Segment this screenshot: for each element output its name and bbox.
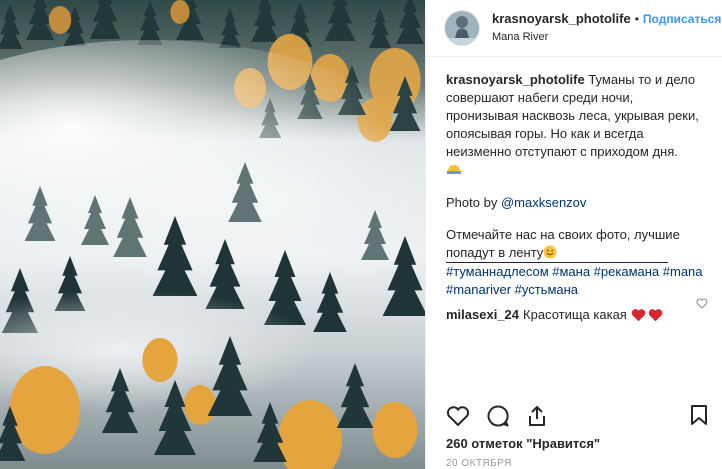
invite-text: Отмечайте нас на своих фото, лучшие попа… [446,227,680,260]
invite-paragraph: Отмечайте нас на своих фото, лучшие попа… [446,226,706,262]
comment-bubble-icon [487,405,509,427]
heart-outline-icon [446,406,470,427]
avatar[interactable] [444,10,480,46]
header-username[interactable]: krasnoyarsk_photolife [492,11,631,26]
forest-fog-image [0,0,425,469]
sunrise-icon [446,163,462,178]
save-button[interactable] [690,404,708,431]
photo-credit: Photo by @maxksenzov [446,194,706,212]
heart-icon [648,308,663,321]
hashtags-line-2[interactable]: #manariver #устьмана [446,282,578,297]
likes-count[interactable]: 260 отметок "Нравится" [446,436,600,451]
comment-emoji [631,308,663,322]
header-info: krasnoyarsk_photolife • Подписаться Mana R… [492,10,721,46]
comment-text: Красотища какая [523,307,627,322]
photo-by-label: Photo by [446,195,498,210]
caption: krasnoyarsk_photolife Туманы то и дело с… [426,57,722,299]
smile-icon [543,245,557,260]
photo-by-handle[interactable]: @maxksenzov [501,195,586,210]
post-side-panel: krasnoyarsk_photolife • Подписаться Mana R… [426,0,722,469]
comment-user[interactable]: milasexi_24 [446,307,519,322]
share-button[interactable] [526,405,548,432]
post-header: krasnoyarsk_photolife • Подписаться Mana R… [426,0,722,57]
hashtags: #туманнадлесом #мана #рекамана #mana #man… [446,263,706,299]
caption-main: krasnoyarsk_photolife Туманы то и дело с… [446,71,706,180]
caption-author[interactable]: krasnoyarsk_photolife [446,72,585,87]
comment-button[interactable] [486,404,510,433]
comment-row: milasexi_24 Красотища какая [426,299,722,322]
location-link[interactable]: Mana River [492,28,721,46]
heart-outline-icon [696,298,708,309]
share-icon [529,406,545,426]
hashtags-line-1[interactable]: #туманнадлесом #мана #рекамана #mana [446,264,703,279]
like-button[interactable] [446,405,470,432]
post-photo[interactable] [0,0,425,469]
bookmark-icon [691,405,707,425]
comment-like-button[interactable] [696,296,708,314]
post-frame: krasnoyarsk_photolife • Подписаться Mana R… [0,0,722,469]
follow-button[interactable]: Подписаться [643,12,721,26]
header-separator: • [634,12,639,26]
action-bar [446,404,548,433]
heart-icon [631,308,646,321]
post-date[interactable]: 20 ОКТЯБРЯ [446,458,512,469]
